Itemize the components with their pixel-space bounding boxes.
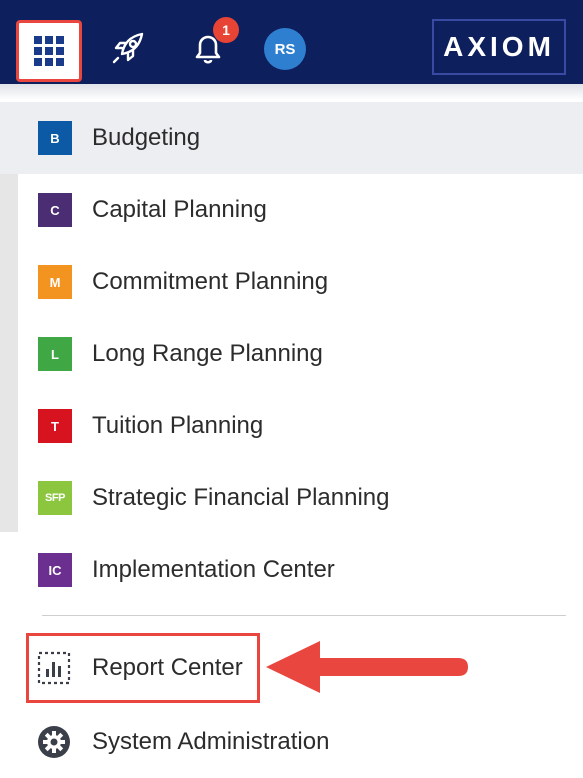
- menu-item-label: Tuition Planning: [92, 412, 264, 439]
- menu-divider: [42, 615, 566, 616]
- long-range-planning-tile-icon: L: [38, 337, 72, 371]
- menu-item-strategic-financial-planning[interactable]: SFP Strategic Financial Planning: [0, 462, 583, 534]
- menu-item-system-administration[interactable]: System Administration: [0, 706, 583, 778]
- user-avatar[interactable]: RS: [264, 28, 306, 70]
- budgeting-tile-icon: B: [38, 121, 72, 155]
- topbar-shadow: [0, 84, 583, 100]
- app-launcher-menu: B Budgeting C Capital Planning M Commitm…: [0, 102, 583, 606]
- tuition-planning-tile-icon: T: [38, 409, 72, 443]
- menu-item-label: System Administration: [92, 728, 330, 755]
- menu-item-label: Long Range Planning: [92, 340, 323, 367]
- menu-item-capital-planning[interactable]: C Capital Planning: [0, 174, 583, 246]
- pointer-arrow-icon: [266, 641, 468, 693]
- menu-item-budgeting[interactable]: B Budgeting: [0, 102, 583, 174]
- menu-item-label: Strategic Financial Planning: [92, 484, 390, 511]
- menu-item-long-range-planning[interactable]: L Long Range Planning: [0, 318, 583, 390]
- menu-item-commitment-planning[interactable]: M Commitment Planning: [0, 246, 583, 318]
- app-menu-button[interactable]: [16, 20, 82, 82]
- menu-item-tuition-planning[interactable]: T Tuition Planning: [0, 390, 583, 462]
- rocket-icon[interactable]: [108, 28, 148, 68]
- axiom-logo: AXIOM: [432, 19, 566, 75]
- menu-item-implementation-center[interactable]: IC Implementation Center: [0, 534, 583, 606]
- report-center-highlight: [26, 633, 260, 703]
- menu-item-label: Commitment Planning: [92, 268, 329, 295]
- implementation-center-tile-icon: IC: [38, 553, 72, 587]
- commitment-planning-tile-icon: M: [38, 265, 72, 299]
- sfp-tile-icon: SFP: [38, 481, 72, 515]
- notification-badge: 1: [213, 17, 239, 43]
- menu-item-label: Capital Planning: [92, 196, 267, 223]
- top-bar: 1 RS AXIOM: [0, 0, 583, 84]
- menu-item-label: Implementation Center: [92, 556, 335, 583]
- capital-planning-tile-icon: C: [38, 193, 72, 227]
- app-grid-icon: [34, 36, 64, 66]
- menu-item-label: Budgeting: [92, 124, 201, 151]
- gear-icon: [38, 726, 70, 758]
